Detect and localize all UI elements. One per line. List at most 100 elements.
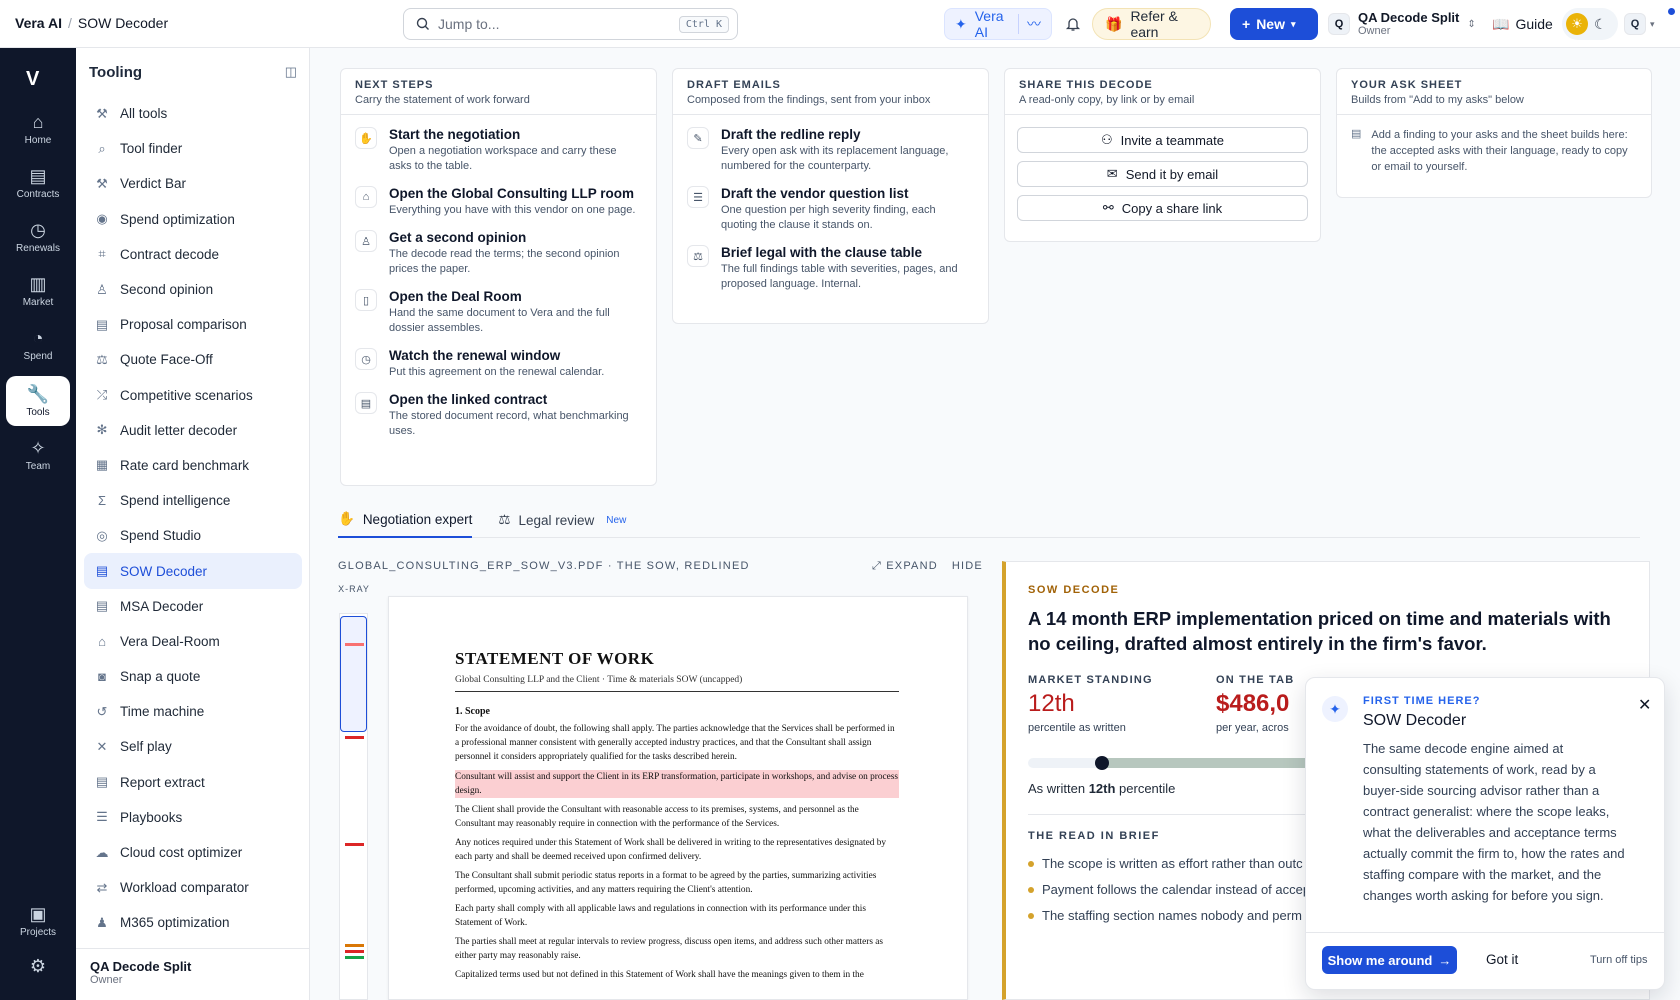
sidebar-item-spend-optimization[interactable]: ◉ Spend optimization — [84, 202, 302, 237]
moon-icon[interactable]: ☾ — [1594, 16, 1607, 33]
sidebar-item-quote-face-off[interactable]: ⚖ Quote Face-Off — [84, 342, 302, 377]
got-it-button[interactable]: Got it — [1486, 952, 1518, 967]
minimap-marker[interactable] — [345, 643, 364, 646]
sidebar-item-sow-decoder[interactable]: ▤ SOW Decoder — [84, 553, 302, 589]
as-written-value: 12th — [1088, 781, 1116, 796]
notifications-bell-icon[interactable] — [1060, 8, 1086, 40]
highlighted-clause[interactable]: Consultant will assist and support the C… — [455, 770, 899, 798]
ask-sheet-body: Add a finding to your asks and the sheet… — [1371, 129, 1628, 173]
sidebar-item-proposal-comparison[interactable]: ▤ Proposal comparison — [84, 307, 302, 342]
draft-vendor-questions[interactable]: ☰ Draft the vendor question list One quest… — [673, 186, 988, 233]
sidebar-item-msa-decoder[interactable]: ▤ MSA Decoder — [84, 589, 302, 624]
file-text-icon: ▤ — [95, 774, 109, 790]
rail-item-team[interactable]: ✧ Team — [6, 430, 70, 480]
next-step-linked-contract[interactable]: ▤ Open the linked contract The stored docu… — [341, 392, 656, 439]
rail-item-contracts[interactable]: ▤ Contracts — [6, 158, 70, 208]
sidebar-item-vera-deal-room[interactable]: ⌂ Vera Deal-Room — [84, 624, 302, 659]
next-step-renewal-window[interactable]: ◷ Watch the renewal window Put this agreem… — [341, 348, 656, 380]
rail-item-home[interactable]: ⌂ Home — [6, 104, 70, 154]
collapse-sidebar-icon[interactable]: ◫ — [285, 64, 297, 80]
sidebar-item-rate-card-benchmark[interactable]: ▦ Rate card benchmark — [84, 448, 302, 483]
draft-redline-reply[interactable]: ✎ Draft the redline reply Every open ask w… — [673, 127, 988, 174]
minimap-marker[interactable] — [345, 843, 364, 846]
breadcrumb-brand[interactable]: Vera AI — [15, 15, 62, 31]
sidebar-item-contract-decode[interactable]: ⌗ Contract decode — [84, 237, 302, 272]
new-button[interactable]: + New ▾ — [1230, 8, 1318, 40]
rail-label: Team — [25, 460, 51, 472]
settings-button[interactable]: ⚙ — [6, 946, 70, 986]
rail-item-projects[interactable]: ▣ Projects — [6, 896, 70, 946]
sidebar-item-verdict-bar[interactable]: ⚒ Verdict Bar — [84, 166, 302, 201]
sidebar-item-playbooks[interactable]: ☰ Playbooks — [84, 800, 302, 835]
next-step-deal-room[interactable]: ▯ Open the Deal Room Hand the same documen… — [341, 289, 656, 336]
mail-icon: ✉ — [1106, 166, 1118, 181]
rail-item-renewals[interactable]: ◷ Renewals — [6, 212, 70, 262]
book-icon: 📖 — [1492, 15, 1510, 32]
sun-icon[interactable]: ☀ — [1566, 13, 1588, 35]
rail-item-market[interactable]: ▥ Market — [6, 266, 70, 316]
notification-dot — [1668, 8, 1675, 15]
sidebar-item-competitive-scenarios[interactable]: ⤮ Competitive scenarios — [84, 378, 302, 413]
rail-label: Market — [22, 296, 54, 308]
send-email-button[interactable]: ✉ Send it by email — [1017, 161, 1308, 187]
rail-label: Renewals — [16, 242, 60, 254]
item-desc: Everything you have with this vendor on … — [389, 204, 636, 216]
piggy-bank-icon: ◉ — [96, 211, 108, 227]
tab-negotiation-expert[interactable]: ✋ Negotiation expert — [338, 502, 473, 538]
minimap-marker[interactable] — [345, 736, 364, 739]
tab-legal-review[interactable]: ⚖ Legal review New — [498, 502, 626, 538]
brief-legal[interactable]: ⚖ Brief legal with the clause table The fu… — [673, 245, 988, 292]
workspace-switcher[interactable]: Q QA Decode Split Owner ⇕ — [1328, 8, 1478, 40]
next-steps-card: NEXT STEPS Carry the statement of work f… — [340, 68, 657, 486]
sidebar-item-snap-a-quote[interactable]: ◙ Snap a quote — [84, 659, 302, 694]
hide-button[interactable]: HIDE — [952, 560, 983, 573]
sidebar-item-all-tools[interactable]: ⚒ All tools — [84, 96, 302, 131]
refer-earn-button[interactable]: 🎁 Refer & earn — [1092, 8, 1211, 40]
invite-teammate-button[interactable]: ⚇ Invite a teammate — [1017, 127, 1308, 153]
user-avatar: Q — [1624, 13, 1646, 35]
next-step-second-opinion[interactable]: ♙ Get a second opinion The decode read the… — [341, 230, 656, 277]
sidebar-item-m365-optimization[interactable]: ♟ M365 optimization — [84, 905, 302, 940]
show-me-around-button[interactable]: Show me around → — [1322, 946, 1457, 974]
minimap-marker[interactable] — [345, 956, 364, 959]
sidebar-title: Tooling — [89, 64, 143, 81]
sidebar-footer[interactable]: QA Decode Split Owner — [76, 948, 309, 1000]
xray-minimap[interactable] — [339, 613, 368, 1000]
minimap-marker[interactable] — [345, 950, 364, 953]
voice-wave-icon[interactable]: 〰 — [1018, 14, 1041, 34]
review-tabs: ✋ Negotiation expert ⚖ Legal review New — [338, 502, 1640, 538]
theme-toggle[interactable]: ☀ ☾ — [1562, 8, 1618, 40]
minimap-marker[interactable] — [345, 944, 364, 947]
sidebar-item-second-opinion[interactable]: ♙ Second opinion — [84, 272, 302, 307]
sidebar-item-self-play[interactable]: ✕ Self play — [84, 729, 302, 764]
copy-share-link-button[interactable]: ⚯ Copy a share link — [1017, 195, 1308, 221]
sidebar-item-label: Second opinion — [120, 282, 214, 298]
search-input[interactable]: Jump to... Ctrl K — [403, 8, 738, 40]
user-menu[interactable]: Q ▾ — [1624, 8, 1664, 40]
sidebar-item-label: Report extract — [120, 774, 205, 790]
next-step-start-negotiation[interactable]: ✋ Start the negotiation Open a negotiation… — [341, 127, 656, 174]
minimap-viewport[interactable] — [340, 616, 367, 732]
sidebar-item-time-machine[interactable]: ↺ Time machine — [84, 694, 302, 729]
onboarding-tip: ✦ FIRST TIME HERE? SOW Decoder ✕ The sam… — [1305, 677, 1665, 990]
chevron-down-icon: ▾ — [1290, 18, 1296, 29]
compare-icon: ⇄ — [96, 879, 108, 895]
next-step-vendor-room[interactable]: ⌂ Open the Global Consulting LLP room Ever… — [341, 186, 656, 218]
sidebar-item-tool-finder[interactable]: ⌕ Tool finder — [84, 131, 302, 166]
rail-item-tools[interactable]: 🔧 Tools — [6, 376, 70, 426]
close-icon[interactable]: ✕ — [1638, 695, 1651, 715]
sidebar-item-workload-comparator[interactable]: ⇄ Workload comparator — [84, 870, 302, 905]
guide-button[interactable]: 📖 Guide — [1492, 8, 1553, 40]
vera-logo-icon[interactable]: V — [26, 68, 39, 91]
sidebar-item-cloud-cost-optimizer[interactable]: ☁ Cloud cost optimizer — [84, 835, 302, 870]
vera-ai-button[interactable]: ✦ Vera AI 〰 — [944, 8, 1052, 40]
sidebar-item-audit-letter-decoder[interactable]: ✻ Audit letter decoder — [84, 413, 302, 448]
expand-button[interactable]: ⤢ EXPAND — [872, 560, 938, 573]
rail-item-spend[interactable]: ◔ Spend — [6, 320, 70, 370]
sidebar-item-spend-studio[interactable]: ◎ Spend Studio — [84, 518, 302, 553]
handshake-icon: ✋ — [355, 127, 377, 149]
sidebar-item-report-extract[interactable]: ▤ Report extract — [84, 765, 302, 800]
turn-off-tips-link[interactable]: Turn off tips — [1590, 954, 1647, 966]
history-icon: ↺ — [96, 703, 108, 719]
sidebar-item-spend-intelligence[interactable]: Σ Spend intelligence — [84, 483, 302, 518]
